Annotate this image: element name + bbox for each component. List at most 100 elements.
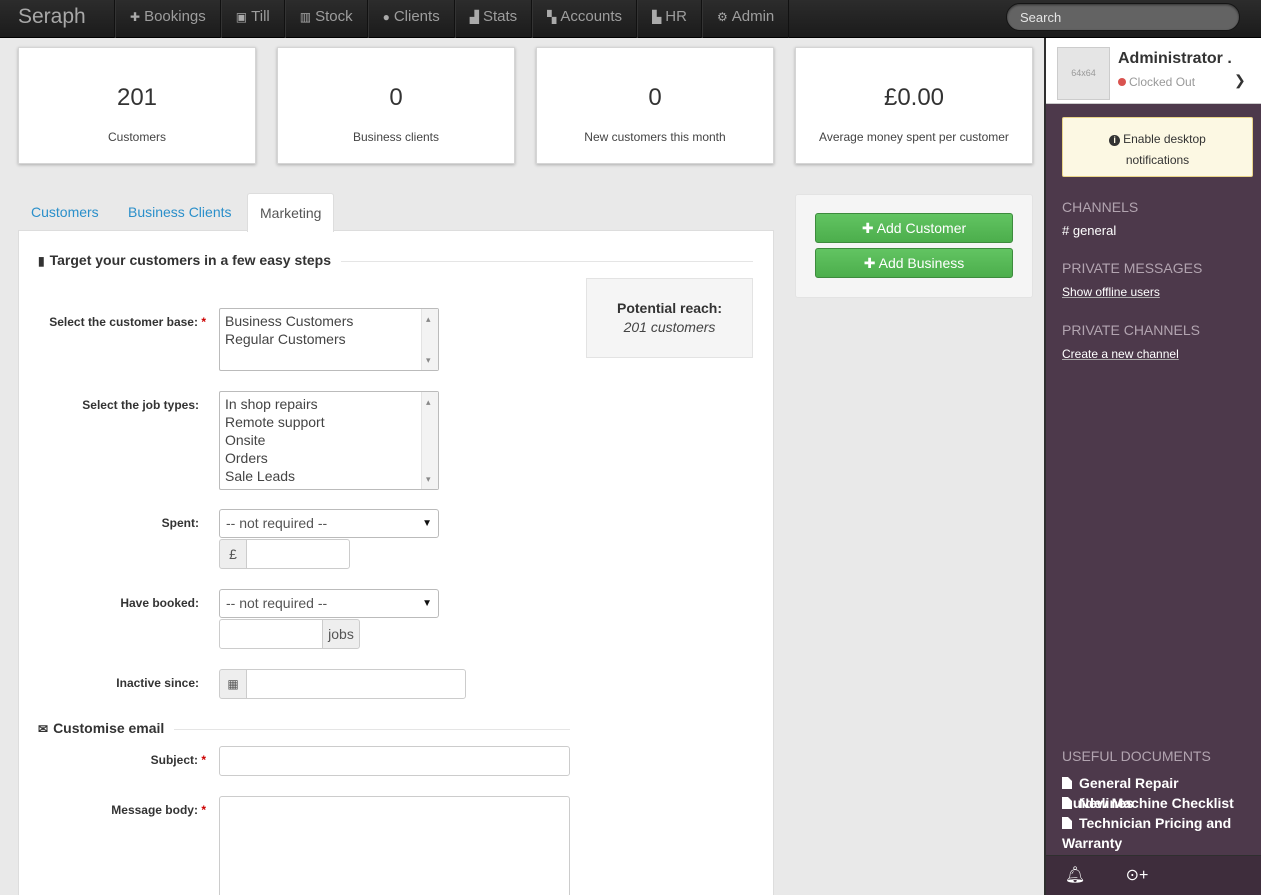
money-icon: ▣: [235, 10, 248, 24]
barcode-icon: ▥: [299, 10, 312, 24]
subject-label-text: Subject:: [150, 753, 198, 767]
section-title-email-text: Customise email: [53, 720, 165, 736]
stat-label: Average money spent per customer: [819, 130, 1009, 144]
spent-amount-input[interactable]: [246, 539, 350, 569]
inactive-since-input[interactable]: [246, 669, 466, 699]
stat-label: Customers: [107, 130, 166, 144]
bookmark-icon: ▮: [38, 254, 45, 268]
bell-icon[interactable]: 🔔︎: [1060, 856, 1090, 895]
tab-customers[interactable]: Customers: [19, 193, 111, 231]
nav-stock[interactable]: ▥ Stock: [284, 0, 368, 38]
nav-stats-label: Stats: [482, 8, 518, 25]
currency-addon: £: [219, 539, 247, 569]
option-business-customers[interactable]: Business Customers: [225, 312, 433, 330]
chat-sidebar: 64x64 Administrator . Clocked Out ❯ i Ena…: [1044, 38, 1261, 895]
create-channel-link[interactable]: Create a new channel: [1062, 347, 1179, 361]
doc-new-machine-checklist[interactable]: New Machine Checklist: [1062, 793, 1252, 813]
option-onsite[interactable]: Onsite: [225, 431, 433, 449]
user-profile: 64x64 Administrator . Clocked Out ❯: [1046, 38, 1261, 104]
channel-general[interactable]: # general: [1062, 223, 1116, 238]
user-icon: ●: [382, 10, 390, 24]
job-types-label: Select the job types:: [82, 398, 199, 412]
info-icon: i: [1109, 135, 1121, 146]
customer-base-select[interactable]: Business Customers Regular Customers: [219, 308, 439, 371]
section-title-email: ✉ Customise email: [38, 720, 175, 736]
plus-icon: ✚: [861, 220, 877, 236]
user-name: Administrator .: [1118, 50, 1232, 67]
spent-label: Spent:: [161, 516, 199, 530]
option-orders[interactable]: Orders: [225, 449, 433, 467]
plus-icon: ✚: [130, 10, 141, 24]
clock-status-text: Clocked Out: [1129, 75, 1196, 89]
nav-stock-label: Stock: [315, 8, 353, 25]
chevron-down-icon[interactable]: ❯: [1234, 72, 1246, 89]
option-remote-support[interactable]: Remote support: [225, 413, 433, 431]
jobs-addon: jobs: [322, 619, 360, 649]
nav-clients[interactable]: ● Clients: [367, 0, 455, 38]
add-business-button[interactable]: ✚ Add Business: [815, 248, 1013, 278]
stat-card-customers: 201 Customers: [18, 47, 256, 164]
have-booked-label: Have booked:: [120, 596, 199, 610]
add-customer-button[interactable]: ✚ Add Customer: [815, 213, 1013, 243]
nav-bookings[interactable]: ✚ Bookings: [115, 0, 221, 38]
inactive-since-label: Inactive since:: [116, 676, 199, 690]
required-marker: *: [201, 315, 206, 329]
nav-hr[interactable]: ▙ HR: [637, 0, 702, 38]
potential-reach-value: 201 customers: [623, 319, 716, 335]
required-marker: *: [201, 753, 206, 767]
stat-card-average-spend: £0.00 Average money spent per customer: [795, 47, 1033, 164]
spent-select[interactable]: -- not required -- ▼: [219, 509, 439, 538]
plus-icon: ✚: [863, 255, 879, 271]
nav-accounts[interactable]: ▚ Accounts: [532, 0, 638, 38]
file-icon: [1062, 777, 1072, 789]
add-customer-label: Add Customer: [876, 220, 967, 236]
doc-title: Technician Pricing and Warranty: [1062, 815, 1232, 851]
avatar[interactable]: 64x64: [1057, 47, 1110, 100]
sitemap-icon: ▙: [652, 10, 662, 24]
main-nav: ✚ Bookings ▣ Till ▥ Stock ● Clients ▟ Stats ▚…: [114, 0, 790, 38]
jobs-count-input[interactable]: [219, 619, 323, 649]
enable-notifications-button[interactable]: i Enable desktop notifications: [1062, 117, 1253, 177]
nav-till-label: Till: [251, 8, 270, 25]
stat-value: 0: [648, 84, 662, 111]
show-offline-users-link[interactable]: Show offline users: [1062, 285, 1160, 299]
message-body-textarea[interactable]: [219, 796, 570, 895]
nav-stats[interactable]: ▟ Stats: [454, 0, 533, 38]
nav-admin-label: Admin: [731, 8, 775, 25]
nav-clients-label: Clients: [393, 8, 440, 25]
message-body-label: Message body: *: [26, 803, 206, 817]
nav-till[interactable]: ▣ Till: [220, 0, 285, 38]
job-types-select[interactable]: In shop repairs Remote support Onsite Or…: [219, 391, 439, 490]
stat-card-business-clients: 0 Business clients: [277, 47, 515, 164]
file-icon: [1062, 797, 1072, 809]
stat-label: Business clients: [352, 130, 440, 144]
search-input[interactable]: [1006, 3, 1240, 31]
tab-business-clients[interactable]: Business Clients: [116, 193, 244, 231]
brand-logo[interactable]: Seraph: [18, 5, 86, 29]
listbox-scrollbar[interactable]: [421, 309, 438, 370]
section-title-target: ▮ Target your customers in a few easy ste…: [38, 252, 342, 268]
message-body-label-text: Message body:: [111, 803, 198, 817]
potential-reach-box: Potential reach: 201 customers: [586, 278, 753, 358]
calendar-icon[interactable]: ▦: [219, 669, 247, 699]
file-icon: [1062, 817, 1072, 829]
stat-label: New customers this month: [584, 130, 726, 144]
nav-admin[interactable]: ⚙ Admin: [701, 0, 790, 38]
option-in-shop-repairs[interactable]: In shop repairs: [225, 395, 433, 413]
subject-label: Subject: *: [26, 753, 206, 767]
tab-marketing[interactable]: Marketing: [247, 193, 335, 232]
stat-value: 201: [116, 84, 158, 111]
clock-in-icon[interactable]: ⊙+: [1122, 856, 1152, 895]
option-regular-customers[interactable]: Regular Customers: [225, 330, 433, 348]
gears-icon: ⚙: [716, 10, 728, 24]
stat-value: 0: [389, 84, 403, 111]
subject-input[interactable]: [219, 746, 570, 776]
have-booked-select-value: -- not required --: [226, 595, 328, 611]
have-booked-select[interactable]: -- not required -- ▼: [219, 589, 439, 618]
option-sale-leads[interactable]: Sale Leads: [225, 467, 433, 485]
listbox-scrollbar[interactable]: [421, 392, 438, 489]
stat-card-new-customers: 0 New customers this month: [536, 47, 774, 164]
customer-base-label: Select the customer base: *: [26, 315, 206, 329]
status-dot-icon: [1118, 78, 1126, 86]
doc-technician-pricing[interactable]: Technician Pricing and Warranty: [1062, 813, 1252, 853]
